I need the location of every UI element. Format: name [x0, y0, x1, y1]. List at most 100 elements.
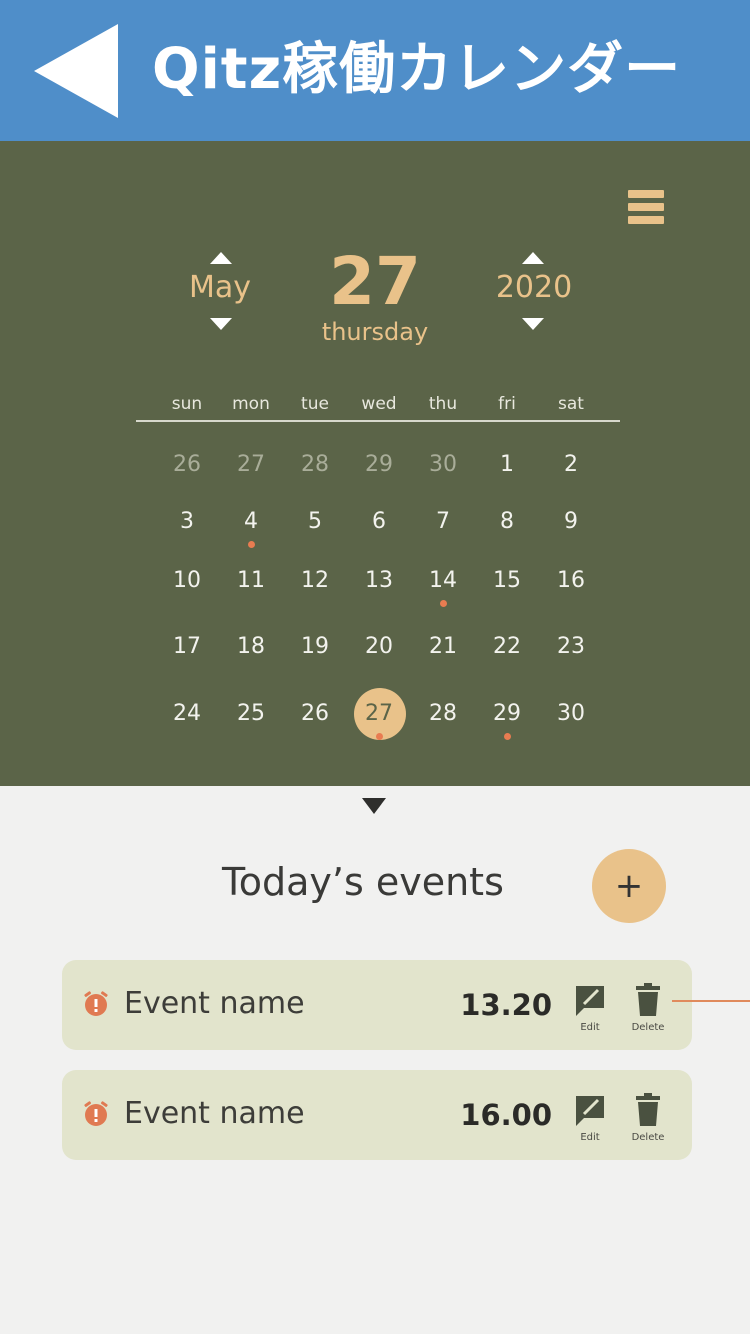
calendar-day[interactable]: 14: [411, 556, 475, 607]
day-number: 14: [429, 568, 457, 593]
edit-event-button[interactable]: Edit: [568, 980, 612, 1038]
day-number: 30: [557, 701, 585, 726]
month-down-arrow[interactable]: [206, 316, 236, 338]
calendar-day[interactable]: 12: [283, 556, 347, 606]
list-view-icon: [628, 190, 664, 198]
day-number: 19: [301, 634, 329, 659]
calendar-day[interactable]: 30: [411, 440, 475, 490]
calendar-day[interactable]: 4: [219, 497, 283, 548]
dow-label: sun: [171, 394, 203, 414]
calendar-day[interactable]: 30: [539, 689, 603, 739]
day-number: 27: [237, 452, 265, 477]
chevron-down-icon: [522, 318, 544, 330]
alarm-clock-icon: [84, 991, 108, 1016]
calendar-day[interactable]: 8: [475, 497, 539, 547]
trash-icon: [636, 983, 660, 1016]
calendar-day[interactable]: 11: [219, 556, 283, 606]
calendar-day[interactable]: 28: [283, 440, 347, 490]
calendar-day[interactable]: 25: [219, 689, 283, 739]
edit-label: Edit: [580, 1132, 600, 1143]
calendar-day[interactable]: 19: [283, 622, 347, 672]
back-arrow-icon: [34, 24, 118, 118]
calendar-day[interactable]: 27: [219, 440, 283, 490]
event-card[interactable]: Event name 13.20 Edit Delete: [62, 960, 692, 1050]
add-event-button[interactable]: +: [592, 849, 666, 923]
day-number: 21: [429, 634, 457, 659]
chevron-up-icon: [522, 252, 544, 264]
day-number: 1: [500, 452, 514, 477]
calendar-day[interactable]: 26: [155, 440, 219, 490]
event-card[interactable]: Event name 16.00 Edit Delete: [62, 1070, 692, 1160]
calendar-day[interactable]: 24: [155, 689, 219, 739]
calendar-day[interactable]: 2: [539, 440, 603, 490]
day-number: 17: [173, 634, 201, 659]
event-time: 16.00: [460, 1098, 552, 1132]
calendar-day[interactable]: 3: [155, 497, 219, 547]
event-indicator-dot: [376, 733, 383, 740]
divider: [136, 420, 620, 422]
event-time: 13.20: [460, 988, 552, 1022]
calendar-day[interactable]: 29: [475, 689, 539, 740]
year-down-arrow[interactable]: [518, 316, 548, 338]
dow-label: tue: [301, 394, 329, 414]
calendar-day[interactable]: 29: [347, 440, 411, 490]
day-number: 24: [173, 701, 201, 726]
calendar-day[interactable]: 16: [539, 556, 603, 606]
back-button[interactable]: [28, 22, 124, 120]
calendar-day[interactable]: 5: [283, 497, 347, 547]
calendar-day[interactable]: 10: [155, 556, 219, 606]
day-number: 29: [365, 452, 393, 477]
year-up-arrow[interactable]: [518, 250, 548, 272]
trash-icon: [636, 1093, 660, 1126]
delete-label: Delete: [631, 1132, 665, 1143]
calendar-day[interactable]: 20: [347, 622, 411, 672]
view-toggle-button[interactable]: [628, 190, 664, 228]
calendar-day[interactable]: 26: [283, 689, 347, 739]
day-number: 30: [429, 452, 457, 477]
dow-label: wed: [361, 394, 397, 414]
calendar-day[interactable]: 13: [347, 556, 411, 606]
day-number: 29: [493, 701, 521, 726]
connector-line: [672, 1000, 750, 1002]
chevron-down-icon: [210, 318, 232, 330]
event-name: Event name: [124, 986, 305, 1021]
dow-label: sat: [558, 394, 584, 414]
day-number: 2: [564, 452, 578, 477]
calendar-day[interactable]: 15: [475, 556, 539, 606]
day-number: 22: [493, 634, 521, 659]
edit-event-button[interactable]: Edit: [568, 1090, 612, 1148]
chevron-up-icon: [210, 252, 232, 264]
calendar-day[interactable]: 1: [475, 440, 539, 490]
day-number: 26: [301, 701, 329, 726]
month-up-arrow[interactable]: [206, 250, 236, 272]
calendar-day[interactable]: 18: [219, 622, 283, 672]
day-number: 12: [301, 568, 329, 593]
day-number: 15: [493, 568, 521, 593]
calendar-day[interactable]: 23: [539, 622, 603, 672]
calendar-day[interactable]: 7: [411, 497, 475, 547]
day-number: 3: [180, 509, 194, 534]
event-indicator-dot: [248, 541, 255, 548]
days-of-week-header: sun mon tue wed thu fri sat: [155, 394, 603, 418]
alarm-clock-icon: [84, 1101, 108, 1126]
calendar-day[interactable]: 6: [347, 497, 411, 547]
page-title: Qitz稼働カレンダー: [152, 37, 682, 102]
delete-event-button[interactable]: Delete: [624, 980, 672, 1038]
calendar-day[interactable]: 17: [155, 622, 219, 672]
calendar-day-selected[interactable]: 27: [347, 688, 411, 740]
delete-event-button[interactable]: Delete: [624, 1090, 672, 1148]
dow-label: fri: [498, 394, 516, 414]
selected-day-number: 27: [329, 243, 421, 320]
calendar-day[interactable]: 22: [475, 622, 539, 672]
calendar-day[interactable]: 21: [411, 622, 475, 672]
delete-label: Delete: [631, 1022, 665, 1033]
day-number: 8: [500, 509, 514, 534]
app-header: Qitz稼働カレンダー: [0, 0, 750, 141]
calendar-day[interactable]: 28: [411, 689, 475, 739]
plus-icon: +: [614, 866, 644, 906]
day-number: 13: [365, 568, 393, 593]
event-name: Event name: [124, 1096, 305, 1131]
collapse-calendar-button[interactable]: [360, 796, 388, 816]
calendar-day[interactable]: 9: [539, 497, 603, 547]
day-number: 7: [436, 509, 450, 534]
